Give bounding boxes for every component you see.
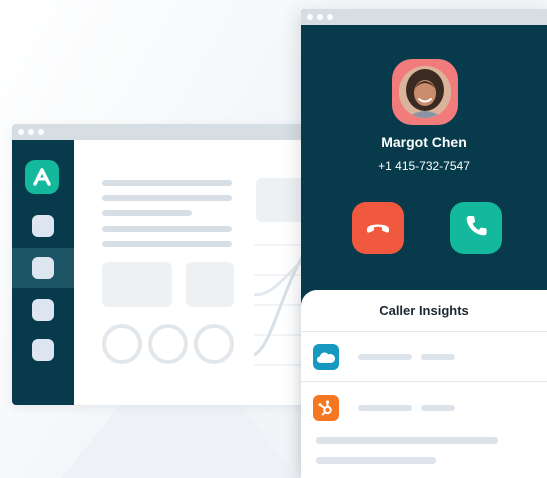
placeholder-line [102,195,232,201]
placeholder-card [186,262,234,307]
placeholder-line [102,226,232,232]
caller-insights-panel: Caller Insights [301,290,547,478]
window-dot [307,14,313,20]
placeholder-line [102,241,232,247]
sidebar-item-icon [32,215,54,237]
integration-row-salesforce[interactable] [301,332,547,382]
placeholder-line [316,457,436,464]
window-titlebar [12,124,312,140]
placeholder-ring [102,324,142,364]
caller-insights-title: Caller Insights [301,290,547,332]
window-dot [28,129,34,135]
window-dot [317,14,323,20]
placeholder-line [358,405,412,411]
integration-row-hubspot[interactable] [301,382,547,478]
caller-name: Margot Chen [381,134,467,150]
placeholder-line [102,210,192,216]
window-titlebar [301,9,547,25]
placeholder-card [102,262,172,307]
caller-phone-number: +1 415-732-7547 [378,159,470,173]
sidebar-item-icon [32,339,54,361]
placeholder-line [102,180,232,186]
sidebar-item-2-active[interactable] [12,248,74,288]
app-body [12,140,312,405]
salesforce-cloud-icon [313,344,339,370]
app-logo-icon[interactable] [25,160,59,194]
placeholder-line [421,354,455,360]
sidebar [12,140,74,405]
caller-photo [399,66,451,118]
window-dot [38,129,44,135]
sidebar-item-icon [32,257,54,279]
phone-icon [461,211,491,246]
caller-avatar [392,59,458,125]
placeholder-ring [148,324,188,364]
placeholder-line [358,354,412,360]
placeholder-line [421,405,455,411]
app-window [12,124,312,405]
accept-call-button[interactable] [450,202,502,254]
content-area [74,140,312,405]
sidebar-item-1[interactable] [12,206,74,246]
placeholder-ring [194,324,234,364]
sidebar-item-3[interactable] [12,290,74,330]
window-dot [327,14,333,20]
placeholder-card [256,178,306,222]
phone-hangup-icon [363,211,393,246]
placeholder-line [316,437,498,444]
sidebar-item-4[interactable] [12,330,74,370]
window-dot [18,129,24,135]
sidebar-item-icon [32,299,54,321]
decline-call-button[interactable] [352,202,404,254]
hubspot-sprocket-icon [313,395,339,421]
